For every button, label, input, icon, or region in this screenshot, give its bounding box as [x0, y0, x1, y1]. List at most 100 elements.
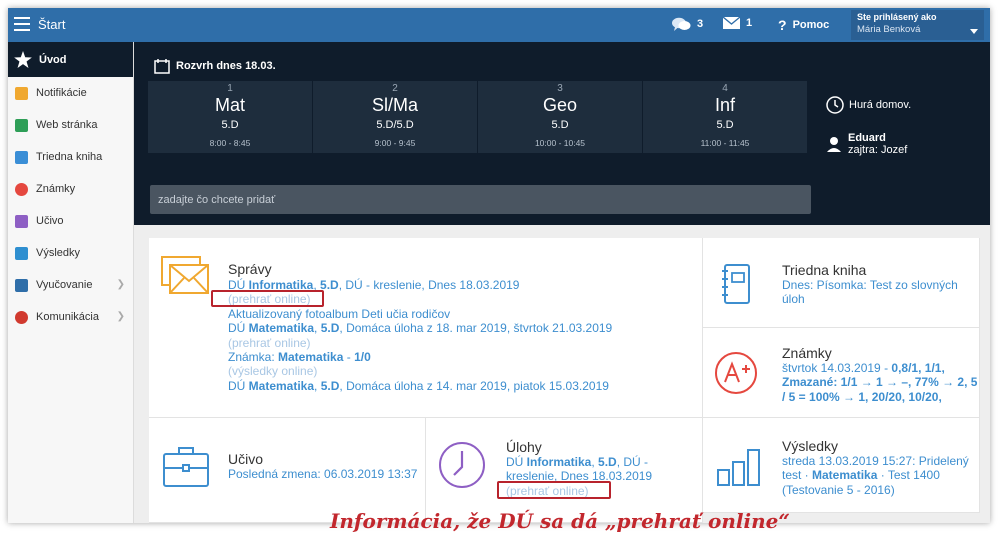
lesson-time: 11:00 - 11:45 [700, 138, 750, 148]
task-entry[interactable]: DÚ Informatika, 5.D, DÚ - [506, 455, 648, 469]
message-entry[interactable]: Známka: Matematika - 1/0 [228, 350, 371, 364]
sidebar-item-komunikacia[interactable]: Komunikácia ❯ [8, 301, 133, 333]
name-day-name: Eduard [848, 132, 886, 144]
triedna-kniha-text: Dnes: Písomka: Test zo slovných úloh [782, 278, 958, 307]
lesson-card[interactable]: 4 Inf 5.D 11:00 - 11:45 [643, 81, 808, 153]
entry-class: 5.D [320, 378, 340, 393]
ulohy-tile[interactable]: Úlohy DÚ Informatika, 5.D, DÚ - kresleni… [426, 418, 703, 523]
user-name: Mária Benková [857, 24, 921, 35]
grades-line: štvrtok 14.03.2019 - 0,8/1, 1/1, [782, 361, 945, 375]
lesson-subject: Mat [214, 95, 245, 115]
vysledky-tile[interactable]: Výsledky streda 13.03.2019 15:27: Pridel… [703, 418, 980, 513]
play-online-link[interactable]: (prehrať online) [228, 336, 311, 350]
spravy-title: Správy [228, 261, 272, 277]
add-item-input[interactable] [150, 185, 811, 214]
grade-a-plus-icon [715, 352, 757, 394]
teacher-icon [15, 214, 28, 228]
clock-icon [439, 442, 485, 488]
name-day: Eduard zajtra: Jozef [826, 132, 911, 156]
ulohy-title: Úlohy [506, 439, 542, 455]
grades-line: / 5 = 100% → 1, 20/20, 10/20, [782, 389, 942, 404]
sidebar-item-label: Web stránka [36, 119, 98, 131]
entry-prefix: DÚ [228, 321, 249, 336]
sidebar-item-web-stranka[interactable]: Web stránka [8, 109, 133, 141]
results-line: test · Matematika · Test 1400 [782, 468, 940, 482]
sidebar-item-vyucovanie[interactable]: Vyučovanie ❯ [8, 269, 133, 301]
results-online-link[interactable]: (výsledky online) [228, 364, 317, 378]
help-button[interactable]: ? Pomoc [778, 17, 829, 33]
sidebar-item-label: Komunikácia [36, 311, 99, 323]
lesson-subject: Geo [542, 95, 578, 115]
grades-line: Zmazané: 1/1 → 1 → –, 77% → 2, 5 [782, 375, 978, 390]
entry-subject: Matematika [248, 321, 315, 336]
entry-subject: Matematika [248, 378, 315, 393]
chevron-down-icon [970, 29, 978, 34]
chevron-right-icon: ❯ [116, 279, 125, 290]
ucivo-text: Posledná zmena: 06.03.2019 13:37 [228, 467, 418, 481]
calendar-icon [154, 59, 170, 74]
lesson-subject: Inf [714, 95, 735, 115]
sidebar-item-vysledky[interactable]: Výsledky [8, 237, 133, 269]
entry-class: 5.D [598, 455, 617, 469]
lesson-time: 9:00 - 9:45 [374, 138, 416, 148]
mail-button[interactable]: 1 [723, 17, 752, 29]
grade-icon [15, 182, 28, 196]
sidebar-item-ucivo[interactable]: Učivo [8, 205, 133, 237]
entry-detail: , Domáca úloha z 14. mar 2019, piatok 15… [339, 378, 609, 393]
app-title: Štart [38, 17, 66, 32]
entry-class: 5.D [320, 321, 340, 336]
lesson-number: 3 [557, 83, 563, 94]
timetable-title: Rozvrh dnes 18.03. [154, 58, 276, 74]
vysledky-title: Výsledky [782, 438, 839, 454]
entry-subject: Informatika [526, 455, 592, 469]
sidebar-item-label: Učivo [36, 215, 64, 227]
sidebar-item-triedna-kniha[interactable]: Triedna kniha [8, 141, 133, 173]
menu-icon[interactable] [14, 17, 30, 31]
message-entry[interactable]: DÚ Matematika, 5.D, Domáca úloha z 18. m… [228, 321, 612, 335]
spravy-tile[interactable]: Správy DÚ Informatika, 5.D, DÚ - kreslen… [149, 238, 703, 418]
timetable-panel: Rozvrh dnes 18.03. 1 Mat 5.D 8:00 - 8:45… [134, 42, 990, 225]
results-line: (Testovanie 5 - 2016) [782, 482, 895, 497]
day-status: Hurá domov. [826, 96, 911, 114]
lesson-class: 5.D [716, 119, 734, 131]
message-entry[interactable]: DÚ Matematika, 5.D, Domáca úloha z 14. m… [228, 379, 609, 393]
day-info: Hurá domov. Eduard zajtra: Jozef [826, 96, 911, 156]
timetable-title-text: Rozvrh dnes 18.03. [176, 60, 276, 72]
envelope-icon [723, 17, 740, 29]
sidebar-item-label: Notifikácie [36, 87, 87, 99]
envelope-icon [15, 86, 28, 100]
sidebar-item-uvod[interactable]: Úvod [8, 42, 133, 77]
sidebar-item-znamky[interactable]: Známky [8, 173, 133, 205]
messages-button[interactable]: 3 [672, 17, 703, 31]
grades-date: štvrtok 14.03.2019 - [782, 361, 892, 375]
entry-subject: Matematika [278, 350, 344, 364]
open-book-icon [15, 278, 28, 292]
entry-detail: , DÚ - [616, 455, 649, 469]
bar-chart-icon [15, 246, 28, 260]
lesson-card[interactable]: 1 Mat 5.D 8:00 - 8:45 [148, 81, 313, 153]
lesson-subject: Sl/Ma [371, 95, 418, 115]
lesson-time: 10:00 - 10:45 [534, 138, 586, 148]
results-test: · Test 1400 [877, 468, 940, 483]
ucivo-tile[interactable]: Učivo Posledná zmena: 06.03.2019 13:37 [149, 418, 426, 523]
sidebar-item-label: Známky [36, 183, 76, 195]
znamky-tile[interactable]: Známky štvrtok 14.03.2019 - 0,8/1, 1/1, … [703, 328, 980, 418]
lesson-card[interactable]: 3 Geo 5.D 10:00 - 10:45 [478, 81, 643, 153]
lesson-card[interactable]: 2 Sl/Ma 5.D/5.D 9:00 - 9:45 [313, 81, 478, 153]
entry-prefix: DÚ [228, 378, 249, 393]
triedna-kniha-tile[interactable]: Triedna kniha Dnes: Písomka: Test zo slo… [703, 238, 980, 328]
results-subject: Matematika [812, 468, 878, 483]
house-icon [15, 118, 28, 132]
user-menu[interactable]: Ste prihlásený ako Mária Benková [851, 10, 984, 40]
grades-values: 0,8/1, 1/1, [891, 361, 945, 375]
results-line: streda 13.03.2019 15:27: Pridelený [782, 454, 969, 468]
mail-count: 1 [746, 17, 753, 29]
message-entry[interactable]: Aktualizovaný fotoalbum Deti učia rodičo… [228, 307, 450, 321]
question-icon: ? [778, 17, 787, 33]
sidebar-item-notifikacie[interactable]: Notifikácie [8, 77, 133, 109]
lesson-number: 2 [392, 83, 398, 94]
notebook-icon [722, 264, 750, 304]
help-label: Pomoc [792, 19, 830, 31]
bar-chart-icon [717, 449, 760, 486]
sidebar-item-label: Triedna kniha [36, 151, 103, 163]
